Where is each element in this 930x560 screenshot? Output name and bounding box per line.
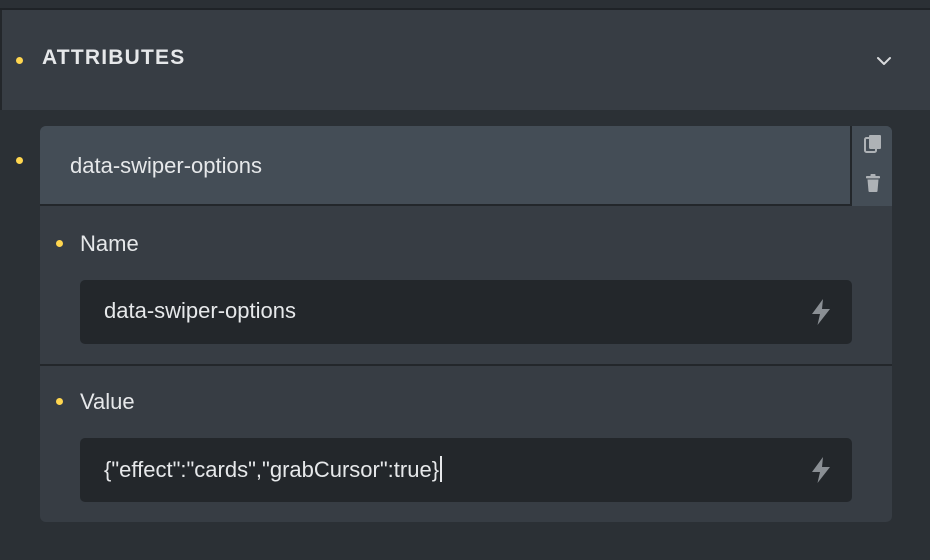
name-label: Name <box>80 231 139 256</box>
attribute-indicator-dot <box>16 157 23 164</box>
section-title: ATTRIBUTES <box>42 46 186 69</box>
trash-icon[interactable] <box>864 173 882 193</box>
attribute-item: data-swiper-options Name data-swiper-opt… <box>40 126 892 522</box>
text-caret <box>440 456 443 482</box>
bolt-icon[interactable] <box>808 298 834 326</box>
attribute-item-title: data-swiper-options <box>70 153 262 178</box>
value-input[interactable]: {"effect":"cards","grabCursor":true} <box>80 438 852 502</box>
attribute-item-header[interactable]: data-swiper-options <box>40 126 892 206</box>
value-input-text: {"effect":"cards","grabCursor":true} <box>104 456 443 483</box>
indicator-dot <box>16 57 23 64</box>
section-header[interactable]: ATTRIBUTES <box>0 10 930 110</box>
value-input-value: {"effect":"cards","grabCursor":true} <box>104 457 440 482</box>
top-divider <box>0 0 930 10</box>
name-indicator-dot <box>56 240 63 247</box>
chevron-down-icon[interactable] <box>873 50 895 72</box>
name-input[interactable]: data-swiper-options <box>80 280 852 344</box>
copy-icon[interactable] <box>864 134 882 154</box>
value-indicator-dot <box>56 398 63 405</box>
name-input-value: data-swiper-options <box>104 298 296 323</box>
bolt-icon[interactable] <box>808 456 834 484</box>
field-divider <box>40 364 892 366</box>
attributes-panel: ATTRIBUTES data-swiper-options Name data… <box>0 0 930 560</box>
attribute-actions <box>850 126 892 206</box>
value-label: Value <box>80 389 135 414</box>
